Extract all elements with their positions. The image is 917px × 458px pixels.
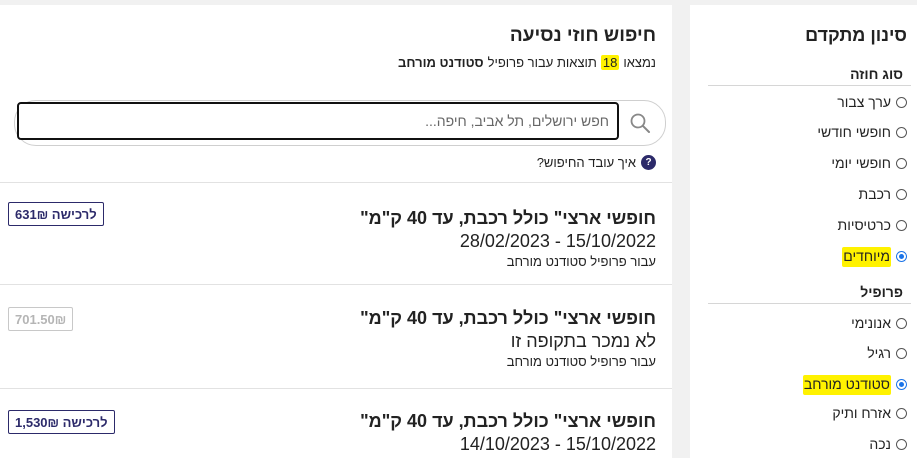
contract-type-option[interactable]: ערך צבור <box>837 94 907 110</box>
radio-selected-icon[interactable] <box>896 250 907 262</box>
radio-icon[interactable] <box>896 157 907 169</box>
contract-type-option[interactable]: כרטיסיות <box>838 217 907 233</box>
help-icon: ? <box>641 155 656 170</box>
radio-icon[interactable] <box>896 407 907 419</box>
divider <box>708 303 911 304</box>
divider <box>0 182 672 183</box>
contract-type-option[interactable]: חופשי יומי <box>831 155 907 171</box>
option-label: אזרח ותיק <box>832 405 891 421</box>
search-help-link[interactable]: ? איך עובד החיפוש? <box>537 155 656 170</box>
result-title: "חופשי ארצי" כולל רכבת, עד 40 ק"מ <box>360 411 656 431</box>
results-count-line: נמצאו 18 תוצאות עבור פרופיל סטודנט מורחב <box>398 55 656 70</box>
search-bar <box>14 100 666 146</box>
contract-type-option[interactable]: חופשי חודשי <box>817 124 907 140</box>
radio-icon[interactable] <box>896 96 907 108</box>
profile-option[interactable]: אנונימי <box>851 315 907 331</box>
radio-icon[interactable] <box>896 347 907 359</box>
result-profile: עבור פרופיל סטודנט מורחב <box>506 254 656 269</box>
option-label: חופשי חודשי <box>817 124 891 140</box>
results-title: חיפוש חוזי נסיעה <box>509 25 656 46</box>
radio-icon[interactable] <box>896 126 907 138</box>
radio-icon[interactable] <box>896 438 907 450</box>
radio-icon[interactable] <box>896 188 907 200</box>
divider <box>0 388 672 389</box>
option-label: רגיל <box>867 345 891 361</box>
results-panel: חיפוש חוזי נסיעה נמצאו 18 תוצאות עבור פר… <box>0 5 672 458</box>
option-label: חופשי יומי <box>831 155 891 171</box>
result-status: לא נמכר בתקופה זו <box>510 331 656 351</box>
radio-icon[interactable] <box>896 219 907 231</box>
contract-type-heading: סוג חוזה <box>850 66 903 82</box>
filter-title: סינון מתקדם <box>805 25 907 45</box>
divider <box>0 284 672 285</box>
contract-type-option-selected[interactable]: מיוחדים <box>842 247 907 265</box>
filter-panel: סינון מתקדם סוג חוזה ערך צבור חופשי חודש… <box>690 5 917 458</box>
contract-type-option[interactable]: רכבת <box>859 186 907 202</box>
radio-icon[interactable] <box>896 317 907 329</box>
count-middle: תוצאות עבור פרופיל <box>487 55 597 70</box>
result-dates: 14/10/2023 - 15/10/2022 <box>459 434 656 454</box>
profile-option[interactable]: רגיל <box>867 345 907 361</box>
option-label: אנונימי <box>851 315 891 331</box>
option-label: כרטיסיות <box>837 217 891 233</box>
profile-option[interactable]: אזרח ותיק <box>832 405 907 421</box>
profile-option-selected[interactable]: סטודנט מורחב <box>802 375 907 393</box>
price-button-disabled: 701.50₪ <box>8 307 74 331</box>
result-title: "חופשי ארצי" כולל רכבת, עד 40 ק"מ <box>360 308 656 328</box>
buy-button[interactable]: לרכישה 1,530₪ <box>8 410 115 434</box>
result-title: "חופשי ארצי" כולל רכבת, עד 40 ק"מ <box>360 208 656 228</box>
result-dates: 28/02/2023 - 15/10/2022 <box>459 231 656 251</box>
option-label: ערך צבור <box>837 94 891 110</box>
profile-option[interactable]: נכה <box>869 436 907 452</box>
divider <box>708 85 911 86</box>
count-profile: סטודנט מורחב <box>398 55 484 70</box>
result-profile: עבור פרופיל סטודנט מורחב <box>506 354 656 369</box>
option-label: רכבת <box>858 186 891 202</box>
radio-selected-icon[interactable] <box>896 378 907 390</box>
count-prefix: נמצאו <box>623 55 656 70</box>
option-label: מיוחדים <box>842 247 891 265</box>
search-icon[interactable] <box>629 112 651 134</box>
search-input[interactable] <box>17 102 619 140</box>
profile-heading: פרופיל <box>860 284 903 300</box>
option-label: נכה <box>869 436 891 452</box>
buy-button[interactable]: לרכישה 631₪ <box>8 202 104 226</box>
results-count: 18 <box>600 55 620 70</box>
search-help-text: איך עובד החיפוש? <box>536 155 636 170</box>
option-label: סטודנט מורחב <box>802 375 891 393</box>
